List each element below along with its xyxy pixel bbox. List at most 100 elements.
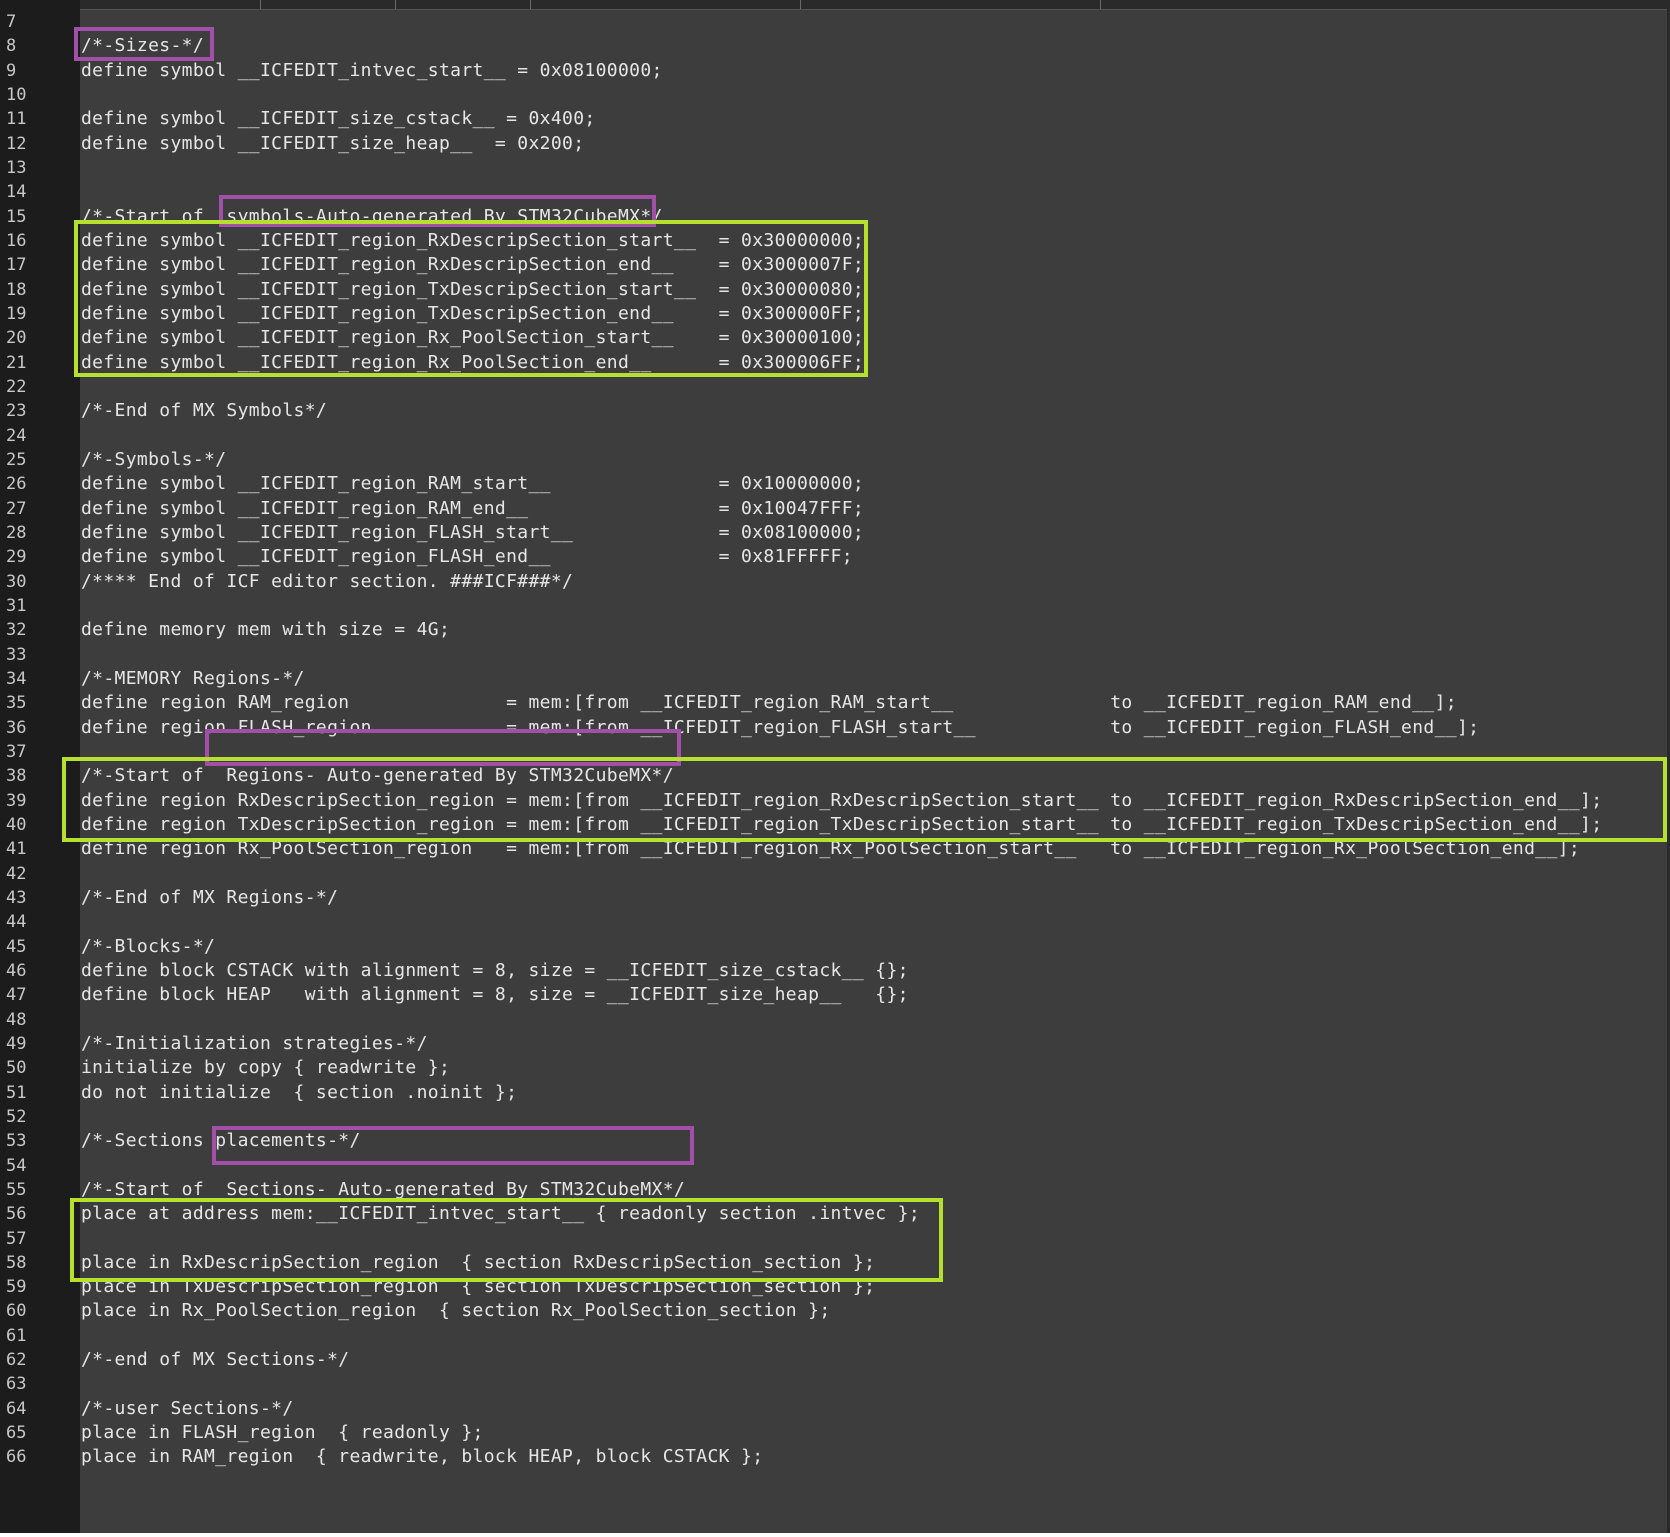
line-text: /*-End of MX Regions-*/	[81, 886, 339, 908]
line-text: do not initialize { section .noinit };	[81, 1081, 518, 1103]
line-text: define symbol __ICFEDIT_region_TxDescrip…	[81, 278, 865, 300]
line-number: 16	[6, 230, 27, 251]
line-text: /*-Start of Sections- Auto-generated By …	[81, 1178, 686, 1200]
line-number: 8	[6, 36, 17, 57]
line-number: 23	[6, 401, 27, 422]
line-text: define symbol __ICFEDIT_region_RxDescrip…	[81, 229, 865, 251]
line-number: 26	[6, 474, 27, 495]
line-text: define region TxDescripSection_region = …	[81, 813, 1603, 835]
line-number: 39	[6, 790, 27, 811]
line-text: /**** End of ICF editor section. ###ICF#…	[81, 570, 574, 592]
line-text: place at address mem:__ICFEDIT_intvec_st…	[81, 1203, 921, 1225]
line-text: /*-Sections placements-*/	[81, 1130, 361, 1152]
line-text: define symbol __ICFEDIT_intvec_start__ =…	[81, 59, 663, 81]
line-number: 28	[6, 522, 27, 543]
line-text: define symbol __ICFEDIT_region_FLASH_sta…	[81, 521, 865, 543]
line-number: 64	[6, 1398, 27, 1419]
line-number: 53	[6, 1131, 27, 1152]
line-text: /*-Start of symbols-Auto-generated By ST…	[81, 205, 663, 227]
line-text: /*-end of MX Sections-*/	[81, 1349, 350, 1371]
line-number: 50	[6, 1058, 27, 1079]
line-number: 13	[6, 157, 27, 178]
line-text: define symbol __ICFEDIT_region_RxDescrip…	[81, 254, 865, 276]
line-number: 10	[6, 84, 27, 105]
line-text: /*-Symbols-*/	[81, 448, 227, 470]
line-text: define region RAM_region = mem:[from __I…	[81, 692, 1457, 714]
line-number: 60	[6, 1301, 27, 1322]
line-number: 59	[6, 1277, 27, 1298]
line-number: 29	[6, 547, 27, 568]
line-text: define symbol __ICFEDIT_region_TxDescrip…	[81, 302, 865, 324]
line-number: 47	[6, 985, 27, 1006]
line-number: 54	[6, 1155, 27, 1176]
line-number: 57	[6, 1228, 27, 1249]
line-text: /*-Initialization strategies-*/	[81, 1032, 428, 1054]
line-number: 48	[6, 1009, 27, 1030]
line-number: 40	[6, 814, 27, 835]
line-number: 17	[6, 255, 27, 276]
line-text: define symbol __ICFEDIT_size_heap__ = 0x…	[81, 132, 585, 154]
line-text: place in Rx_PoolSection_region { section…	[81, 1300, 831, 1322]
code-editor[interactable]: 7 8 /*-Sizes-*/ 9 define symbol __ICFEDIT_in…	[0, 0, 1670, 1537]
line-number: 66	[6, 1447, 27, 1468]
line-text: define block CSTACK with alignment = 8, …	[81, 959, 909, 981]
line-number: 62	[6, 1350, 27, 1371]
line-text: /*-MEMORY Regions-*/	[81, 667, 305, 689]
line-text: /*-Start of Regions- Auto-generated By S…	[81, 765, 674, 787]
line-number: 22	[6, 376, 27, 397]
line-number: 32	[6, 620, 27, 641]
line-number: 18	[6, 279, 27, 300]
line-number: 34	[6, 668, 27, 689]
line-number: 12	[6, 133, 27, 154]
line-number: 31	[6, 595, 27, 616]
bottom-border	[0, 1533, 1670, 1537]
line-text: define region RxDescripSection_region = …	[81, 789, 1603, 811]
line-number: 44	[6, 912, 27, 933]
line-text: place in RAM_region { readwrite, block H…	[81, 1446, 764, 1468]
tab-strip	[0, 0, 1670, 10]
line-number: 30	[6, 571, 27, 592]
line-number: 61	[6, 1325, 27, 1346]
line-number: 43	[6, 887, 27, 908]
line-text: /*-Blocks-*/	[81, 935, 216, 957]
line-number: 20	[6, 328, 27, 349]
line-number: 37	[6, 741, 27, 762]
line-text: /*-user Sections-*/	[81, 1397, 294, 1419]
line-number: 11	[6, 109, 27, 130]
line-number: 65	[6, 1423, 27, 1444]
line-text: place in TxDescripSection_region { secti…	[81, 1276, 876, 1298]
line-text: define region Rx_PoolSection_region = me…	[81, 838, 1581, 860]
line-number: 46	[6, 960, 27, 981]
line-text: define region FLASH_region = mem:[from _…	[81, 716, 1480, 738]
line-text: define symbol __ICFEDIT_region_RAM_start…	[81, 473, 865, 495]
line-number: 56	[6, 1204, 27, 1225]
line-number: 25	[6, 449, 27, 470]
line-number: 33	[6, 644, 27, 665]
line-number: 42	[6, 863, 27, 884]
line-number: 19	[6, 303, 27, 324]
line-number: 41	[6, 839, 27, 860]
line-number: 63	[6, 1374, 27, 1395]
line-number: 9	[6, 60, 17, 81]
line-text: define symbol __ICFEDIT_region_Rx_PoolSe…	[81, 327, 865, 349]
line-text: define symbol __ICFEDIT_size_cstack__ = …	[81, 108, 596, 130]
line-number: 58	[6, 1252, 27, 1273]
line-text: /*-End of MX Symbols*/	[81, 400, 328, 422]
line-text: place in RxDescripSection_region { secti…	[81, 1251, 876, 1273]
line-number: 52	[6, 1106, 27, 1127]
line-text: define symbol __ICFEDIT_region_FLASH_end…	[81, 546, 853, 568]
line-number: 24	[6, 425, 27, 446]
line-text: define block HEAP with alignment = 8, si…	[81, 984, 909, 1006]
line-text: define memory mem with size = 4G;	[81, 619, 451, 641]
line-number: 21	[6, 352, 27, 373]
line-number: 45	[6, 936, 27, 957]
line-number: 7	[6, 12, 17, 32]
line-text: /*-Sizes-*/	[81, 35, 205, 57]
line-number: 14	[6, 182, 27, 203]
line-number: 27	[6, 498, 27, 519]
line-text: define symbol __ICFEDIT_region_Rx_PoolSe…	[81, 351, 865, 373]
line-number: 35	[6, 693, 27, 714]
line-number: 36	[6, 717, 27, 738]
line-number: 38	[6, 766, 27, 787]
line-text: initialize by copy { readwrite };	[81, 1057, 451, 1079]
